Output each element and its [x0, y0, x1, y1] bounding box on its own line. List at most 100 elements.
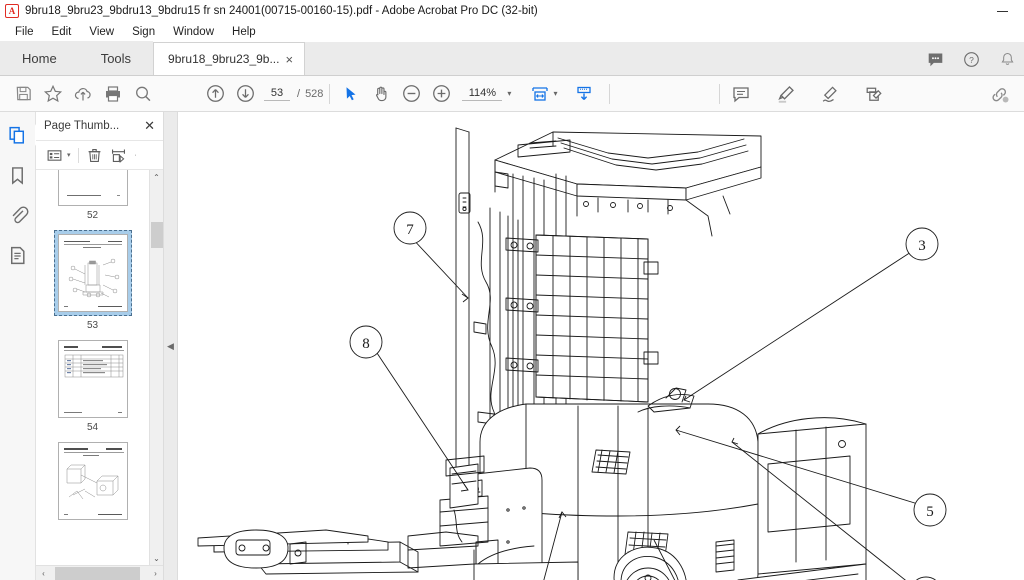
thumbnail-options-icon[interactable] — [43, 144, 65, 166]
panel-header: Page Thumb... ✕ — [36, 112, 163, 140]
bookmarks-icon[interactable] — [5, 162, 31, 188]
menu-window[interactable]: Window — [164, 24, 223, 40]
thumbnails-list: 52 53 54 — [36, 170, 149, 565]
scrollbar-thumb[interactable] — [151, 222, 163, 248]
thumbnail-item[interactable]: 54 — [57, 340, 128, 440]
thumbnail-item[interactable] — [57, 442, 128, 520]
thumbnail-selection-highlight — [53, 230, 132, 316]
toolbar-separator-3 — [719, 84, 720, 104]
page-number-input[interactable] — [264, 86, 290, 101]
hscrollbar-track[interactable] — [51, 566, 148, 580]
window-title: 9bru18_9bru23_9bdru13_9bdru15 fr sn 2400… — [25, 4, 538, 17]
scroll-up-arrow-icon[interactable]: ⌃ — [150, 170, 164, 184]
delete-pages-icon[interactable] — [84, 144, 106, 166]
main-toolbar: / 528 ▾ ▾ — [0, 76, 1024, 112]
document-view[interactable]: 7 3 8 5 6 — [178, 112, 1024, 580]
thumbnail-page-image[interactable] — [57, 442, 128, 520]
cursor-select-icon[interactable] — [336, 79, 366, 109]
help-icon[interactable]: ? — [960, 48, 982, 70]
page-navigation: / 528 — [264, 86, 323, 101]
tab-bar-right-icons: ? — [924, 42, 1018, 76]
thumbnail-item[interactable]: 52 — [57, 170, 128, 228]
title-bar: A 9bru18_9bru23_9bdru13_9bdru15 fr sn 24… — [0, 0, 1024, 22]
collapse-panel-arrow-icon[interactable]: ◀ — [167, 341, 174, 352]
pdf-page-drawing: 7 3 8 5 6 — [178, 112, 1024, 580]
menu-edit[interactable]: Edit — [43, 24, 81, 40]
bell-icon[interactable] — [996, 48, 1018, 70]
tab-tools[interactable]: Tools — [78, 41, 154, 75]
navigation-rail — [0, 112, 42, 580]
tab-document[interactable]: 9bru18_9bru23_9b... × — [153, 42, 306, 75]
layers-icon[interactable] — [5, 242, 31, 268]
hand-tool-icon[interactable] — [366, 79, 396, 109]
scroll-left-arrow-icon[interactable]: ‹ — [36, 566, 51, 580]
svg-text:7: 7 — [406, 222, 414, 238]
panel-divider[interactable]: ◀ — [164, 112, 178, 580]
highlight-icon[interactable] — [770, 79, 800, 109]
comment-icon[interactable] — [726, 79, 756, 109]
svg-text:?: ? — [969, 54, 974, 64]
zoom-control: ▾ — [462, 86, 511, 101]
menu-file[interactable]: File — [6, 24, 43, 40]
svg-text:8: 8 — [362, 336, 370, 352]
thumbnail-page-image[interactable] — [57, 170, 128, 206]
extract-pages-icon[interactable] — [108, 144, 130, 166]
thumbnails-horizontal-scrollbar[interactable]: ‹ › — [36, 565, 163, 580]
tab-document-label: 9bru18_9bru23_9b... — [168, 52, 280, 66]
chevron-down-icon[interactable]: ▾ — [67, 151, 71, 159]
svg-text:3: 3 — [918, 238, 926, 254]
tab-bar: Home Tools 9bru18_9bru23_9b... × ? — [0, 41, 1024, 76]
zoom-level-input[interactable] — [462, 86, 503, 101]
fit-options-chevron-down-icon[interactable]: ▾ — [553, 89, 557, 98]
toolbar-right-group — [713, 76, 1020, 112]
scroll-down-arrow-icon[interactable]: ⌄ — [150, 551, 164, 565]
thumbnail-page-image[interactable] — [57, 234, 128, 312]
zoom-out-icon[interactable] — [396, 79, 426, 109]
minimize-button[interactable] — [980, 0, 1024, 22]
fit-width-icon[interactable] — [525, 79, 555, 109]
panel-more-icon[interactable]: · — [135, 152, 137, 159]
fill-sign-icon[interactable] — [858, 79, 888, 109]
save-icon[interactable] — [8, 79, 38, 109]
scroll-mode-icon[interactable] — [569, 79, 599, 109]
toolbar-separator-1 — [329, 83, 331, 104]
tab-home[interactable]: Home — [0, 41, 79, 75]
svg-text:5: 5 — [926, 504, 934, 520]
chevron-down-icon[interactable]: ▾ — [507, 89, 511, 98]
menu-help[interactable]: Help — [223, 24, 265, 40]
page-total-count: 528 — [305, 87, 324, 100]
thumbnails-scroll-area: 52 53 54 ⌃ ⌄ — [36, 170, 163, 565]
acrobat-window: A 9bru18_9bru23_9bdru13_9bdru15 fr sn 24… — [0, 0, 1024, 580]
page-thumbnails-icon[interactable] — [5, 122, 42, 148]
close-icon[interactable]: × — [279, 52, 296, 67]
zoom-in-icon[interactable] — [426, 79, 456, 109]
panel-toolbar-separator — [77, 147, 79, 163]
page-down-icon[interactable] — [230, 79, 260, 109]
upload-cloud-icon[interactable] — [68, 79, 98, 109]
menu-view[interactable]: View — [80, 24, 123, 40]
page-separator: / — [297, 87, 301, 100]
print-icon[interactable] — [98, 79, 128, 109]
acrobat-app-icon: A — [5, 3, 19, 18]
page-up-icon[interactable] — [200, 79, 230, 109]
close-icon[interactable]: ✕ — [142, 118, 157, 134]
scroll-right-arrow-icon[interactable]: › — [148, 566, 163, 580]
sign-icon[interactable] — [814, 79, 844, 109]
app-body: Page Thumb... ✕ ▾ · 52 53 54 ⌃ ⌄ ‹ › ◀ 7… — [0, 112, 1024, 580]
panel-title: Page Thumb... — [44, 120, 120, 132]
thumbnail-page-number: 53 — [86, 320, 99, 331]
chat-icon[interactable] — [924, 48, 946, 70]
attachments-icon[interactable] — [5, 202, 31, 228]
star-icon[interactable] — [38, 79, 68, 109]
thumbnails-vertical-scrollbar[interactable]: ⌃ ⌄ — [149, 170, 163, 565]
panel-toolbar: ▾ · — [36, 140, 163, 170]
hscrollbar-thumb[interactable] — [55, 566, 140, 580]
search-icon[interactable] — [128, 79, 158, 109]
share-link-icon[interactable] — [984, 79, 1014, 109]
thumbnail-page-image[interactable] — [57, 340, 128, 418]
thumbnail-item-selected[interactable]: 53 — [53, 230, 132, 338]
window-controls — [980, 0, 1024, 22]
toolbar-separator-2 — [609, 83, 611, 104]
thumbnail-page-number: 54 — [86, 422, 99, 433]
menu-sign[interactable]: Sign — [123, 24, 164, 40]
